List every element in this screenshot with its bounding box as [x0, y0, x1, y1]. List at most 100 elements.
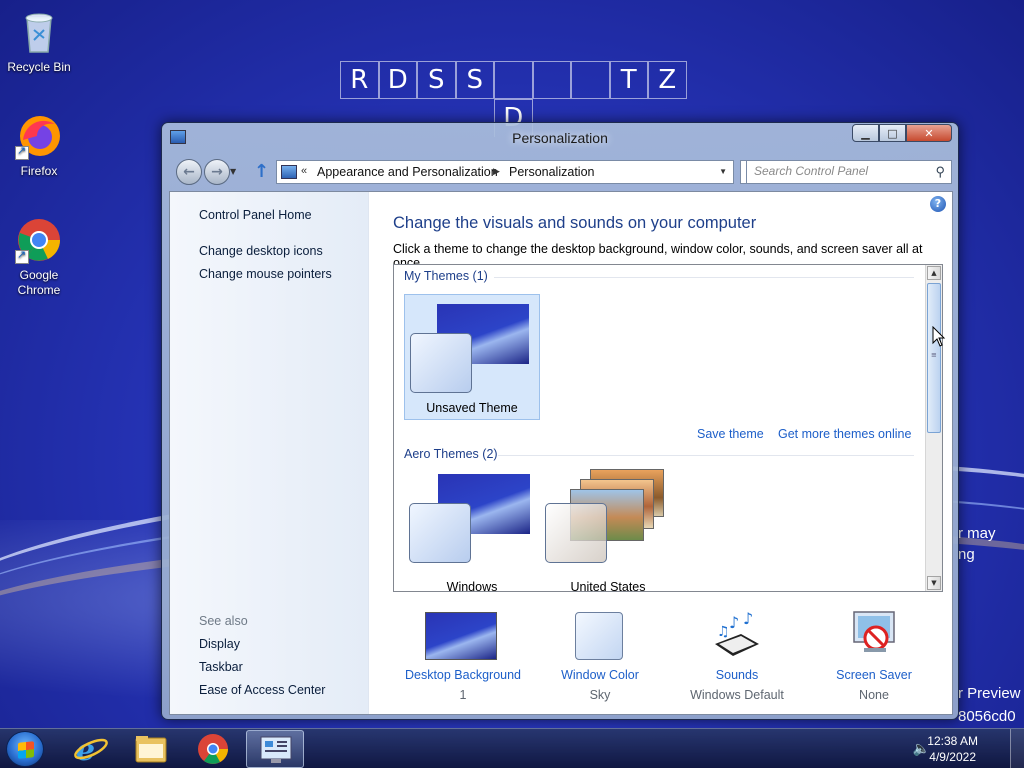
- wall-letter: R: [340, 61, 379, 99]
- theme-label: Windows: [446, 580, 498, 592]
- control-panel-icon: [260, 736, 292, 763]
- bottom-item-label[interactable]: Desktop Background: [393, 668, 533, 682]
- wall-letter: T: [609, 61, 648, 99]
- group-divider: [494, 277, 914, 278]
- start-button[interactable]: [6, 731, 44, 767]
- group-divider: [498, 455, 914, 456]
- wall-letter: S: [455, 61, 494, 99]
- scrollbar-thumb[interactable]: ≡: [927, 283, 941, 433]
- chevron-down-icon: ▼: [230, 167, 237, 176]
- chrome-icon: [15, 216, 63, 264]
- theme-label: Unsaved Theme: [426, 401, 518, 415]
- tray-clock[interactable]: 12:38 AM 4/9/2022: [927, 733, 978, 765]
- forward-button[interactable]: →: [204, 159, 230, 185]
- up-button[interactable]: ↑: [254, 161, 269, 182]
- taskbar-internet-explorer[interactable]: e: [62, 730, 120, 768]
- desktop-icon-google-chrome[interactable]: Google Chrome: [4, 216, 74, 298]
- save-theme-link[interactable]: Save theme: [697, 427, 764, 441]
- see-also-label: See also: [199, 614, 248, 628]
- back-arrow-icon: ←: [183, 164, 195, 180]
- help-icon: ?: [934, 197, 942, 210]
- theme-color-swatch: [410, 333, 472, 393]
- get-more-themes-link[interactable]: Get more themes online: [778, 427, 911, 441]
- theme-tile-unsaved[interactable]: Unsaved Theme: [404, 294, 540, 420]
- scroll-up-button[interactable]: ▲: [927, 266, 941, 280]
- bottom-item-label[interactable]: Sounds: [667, 668, 807, 682]
- show-desktop-button[interactable]: [1010, 729, 1024, 768]
- link-taskbar[interactable]: Taskbar: [199, 660, 243, 674]
- svg-text:♪: ♪: [743, 610, 753, 628]
- group-header-aero-themes: Aero Themes (2): [404, 447, 498, 461]
- title-bar[interactable]: Personalization ▁ □ ✕: [162, 123, 958, 153]
- personalization-window: Personalization ▁ □ ✕ ← → ▼ ↑ « Appearan…: [161, 122, 959, 720]
- theme-label: United States: [570, 580, 646, 592]
- help-button[interactable]: ?: [930, 196, 946, 212]
- breadcrumb-appearance[interactable]: Appearance and Personalization: [317, 165, 498, 179]
- left-pane: Control Panel Home Change desktop icons …: [170, 192, 369, 714]
- bottom-item-label[interactable]: Window Color: [530, 668, 670, 682]
- firefox-icon: [15, 112, 63, 160]
- theme-color-swatch: [409, 503, 471, 563]
- breadcrumb-personalization[interactable]: Personalization: [509, 165, 594, 179]
- wallpaper-text: r may: [958, 525, 996, 542]
- taskbar-control-panel[interactable]: [246, 730, 304, 768]
- scroll-up-icon: ▲: [931, 269, 937, 277]
- desktop-background-icon: [425, 612, 497, 660]
- themes-scrollbar[interactable]: ▲ ≡ ▼: [925, 265, 942, 591]
- bottom-item-label[interactable]: Screen Saver: [804, 668, 944, 682]
- scroll-down-icon: ▼: [931, 579, 937, 587]
- breadcrumb-overflow[interactable]: «: [301, 165, 307, 177]
- link-display[interactable]: Display: [199, 637, 240, 651]
- back-button[interactable]: ←: [176, 159, 202, 185]
- theme-color-swatch: [545, 503, 607, 563]
- wallpaper-text: 8056cd0: [958, 708, 1016, 725]
- maximize-button[interactable]: □: [879, 124, 906, 142]
- minimize-button[interactable]: ▁: [852, 124, 879, 142]
- desktop-icon-label: Firefox: [20, 164, 58, 178]
- address-dropdown-icon[interactable]: ▼: [719, 167, 727, 176]
- caption-buttons: ▁ □ ✕: [852, 124, 952, 142]
- sounds-icon: ♪ ♪ ♫: [711, 609, 763, 660]
- search-icon[interactable]: ⚲: [935, 164, 945, 180]
- internet-explorer-icon: e: [74, 733, 108, 768]
- window-title: Personalization: [512, 130, 608, 146]
- search-input[interactable]: Search Control Panel ⚲: [746, 160, 952, 184]
- recent-pages-dropdown[interactable]: ▼: [230, 167, 236, 176]
- close-button[interactable]: ✕: [906, 124, 952, 142]
- control-panel-icon: [281, 165, 297, 179]
- desktop-icon-firefox[interactable]: Firefox: [4, 112, 74, 179]
- search-placeholder: Search Control Panel: [754, 164, 869, 178]
- scroll-down-button[interactable]: ▼: [927, 576, 941, 590]
- wallpaper-text: ng: [958, 546, 975, 563]
- link-ease-of-access-center[interactable]: Ease of Access Center: [199, 683, 325, 697]
- breadcrumb-separator-icon[interactable]: ▶: [493, 166, 500, 177]
- theme-tile-windows[interactable]: Windows: [404, 465, 540, 591]
- window-color-icon: [575, 612, 623, 660]
- chrome-icon: [198, 734, 228, 764]
- bottom-item-value: None: [859, 688, 889, 702]
- up-arrow-icon: ↑: [254, 161, 270, 182]
- svg-text:♪: ♪: [729, 613, 739, 632]
- link-change-desktop-icons[interactable]: Change desktop icons: [199, 244, 323, 258]
- svg-text:♫: ♫: [717, 624, 730, 640]
- forward-arrow-icon: →: [211, 164, 223, 180]
- theme-tile-united-states[interactable]: United States: [540, 465, 676, 591]
- bottom-item-value: Windows Default: [690, 688, 784, 702]
- desktop-icon-recycle-bin[interactable]: Recycle Bin: [4, 8, 74, 75]
- link-change-mouse-pointers[interactable]: Change mouse pointers: [199, 267, 332, 281]
- taskbar-file-explorer[interactable]: [122, 730, 180, 768]
- wall-letter: [494, 61, 533, 99]
- mouse-cursor-icon: [932, 326, 946, 347]
- wallpaper-text: r Preview: [958, 685, 1021, 702]
- themes-list: My Themes (1) Unsaved Theme Save theme G…: [393, 264, 943, 592]
- bottom-item-value: 1: [459, 688, 467, 702]
- clock-time: 12:38 AM: [927, 734, 978, 748]
- address-bar[interactable]: « Appearance and Personalization ▶ Perso…: [276, 160, 734, 184]
- wall-letter: S: [417, 61, 456, 99]
- content-area: Control Panel Home Change desktop icons …: [169, 191, 953, 715]
- navigation-bar: ← → ▼ ↑ « Appearance and Personalization…: [170, 157, 952, 187]
- link-control-panel-home[interactable]: Control Panel Home: [199, 208, 312, 222]
- file-explorer-icon: [135, 736, 167, 763]
- taskbar-chrome[interactable]: [184, 730, 242, 768]
- screen-saver-icon: [850, 610, 900, 658]
